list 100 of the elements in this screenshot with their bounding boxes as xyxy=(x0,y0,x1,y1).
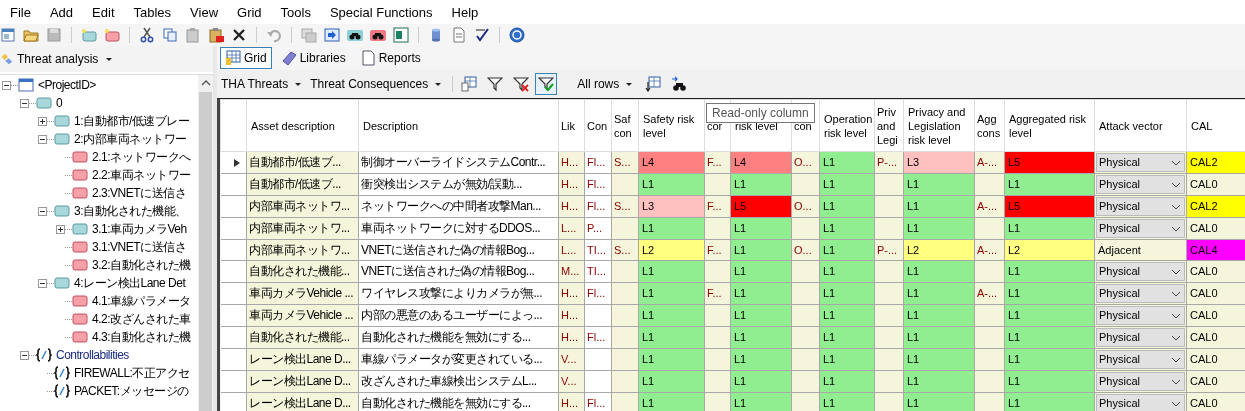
grid-icon[interactable] xyxy=(225,50,241,66)
menu-item[interactable]: Edit xyxy=(92,4,126,20)
attack-vector-dropdown[interactable]: Physical xyxy=(1096,306,1185,325)
attack-vector-dropdown[interactable]: Physical xyxy=(1096,262,1185,281)
menu-item[interactable]: Add xyxy=(49,4,85,20)
chevron-icon[interactable] xyxy=(1171,159,1181,166)
new-item-icon[interactable] xyxy=(104,27,120,43)
column-header[interactable]: Safety risk level xyxy=(638,99,705,152)
expand-icon[interactable] xyxy=(38,116,47,126)
chevron-icon[interactable] xyxy=(1171,400,1181,407)
column-header[interactable]: Description xyxy=(358,99,559,152)
tree-item[interactable]: 4:レーン検出Lane Det xyxy=(74,274,186,292)
attack-vector-dropdown[interactable]: Physical xyxy=(1096,284,1185,303)
chevron-icon[interactable] xyxy=(1171,312,1181,319)
column-header[interactable]: CAL xyxy=(1186,99,1245,152)
tab[interactable]: Grid xyxy=(220,47,272,69)
binoculars-icon[interactable] xyxy=(370,27,386,43)
attack-vector-dropdown[interactable]: Physical xyxy=(1096,328,1185,347)
column-header[interactable]: Attack vector xyxy=(1094,99,1187,152)
spellcheck-icon[interactable] xyxy=(474,27,490,43)
tree-item[interactable]: 3.1:車両カメラVeh xyxy=(92,220,187,238)
tree-item[interactable]: 4.3:自動化された機 xyxy=(92,328,191,346)
column-header[interactable]: Asset description xyxy=(246,99,359,152)
book-icon[interactable] xyxy=(280,50,297,66)
tree-item[interactable]: Controllabilities xyxy=(56,348,129,362)
caret-icon[interactable] xyxy=(105,55,114,63)
column-header[interactable]: Saf con xyxy=(611,99,639,152)
rows-dropdown[interactable]: All rows xyxy=(577,77,620,91)
column-header[interactable]: Aggregated risk level xyxy=(1004,99,1095,152)
collapse-icon[interactable] xyxy=(38,206,47,216)
column-header[interactable]: Con xyxy=(584,99,612,152)
tree-item[interactable]: 2.1:ネットワークへ xyxy=(92,148,191,166)
attack-vector-dropdown[interactable]: Physical xyxy=(1096,175,1185,194)
menu-item[interactable]: View xyxy=(190,4,230,20)
collapse-icon[interactable] xyxy=(20,350,29,360)
tab[interactable]: Libraries xyxy=(275,47,351,69)
chevron-icon[interactable] xyxy=(1171,356,1181,363)
menu-item[interactable]: Special Functions xyxy=(329,4,444,20)
help-icon[interactable] xyxy=(509,27,525,43)
copy-icon[interactable] xyxy=(162,27,178,43)
tree-item[interactable]: 0 xyxy=(56,96,63,110)
caret-icon[interactable] xyxy=(434,80,443,88)
cut-icon[interactable] xyxy=(139,27,155,43)
binoculars-icon[interactable] xyxy=(347,27,363,43)
collapse-icon[interactable] xyxy=(20,98,29,108)
column-header[interactable]: Agg cons xyxy=(974,99,1005,152)
attack-vector-dropdown[interactable]: Physical xyxy=(1096,219,1185,238)
attack-vector-dropdown[interactable]: Physical xyxy=(1096,197,1185,216)
menu-item[interactable]: Tables xyxy=(133,4,183,20)
attack-vector-dropdown[interactable]: Physical xyxy=(1096,153,1185,172)
menu-item[interactable]: Tools xyxy=(280,4,322,20)
apply-filter-button[interactable] xyxy=(535,73,558,95)
chevron-icon[interactable] xyxy=(1171,378,1181,385)
tree-item[interactable]: 2.2:車両ネットワー xyxy=(92,166,191,184)
binoculars-icon[interactable] xyxy=(671,76,688,92)
tree-item[interactable]: <ProjectID> xyxy=(38,78,96,92)
tree-item[interactable]: FIREWALL:不正アクセ xyxy=(74,364,190,382)
chevron-icon[interactable] xyxy=(1171,203,1181,210)
import-icon[interactable] xyxy=(324,27,340,43)
page-icon[interactable] xyxy=(451,27,467,43)
column-header[interactable]: Privacy and Legislation risk level xyxy=(903,99,975,152)
tree-item[interactable]: 2:内部車両ネットワー xyxy=(74,130,187,148)
attack-vector-dropdown[interactable]: Physical xyxy=(1096,372,1185,391)
table-insert-icon[interactable] xyxy=(645,76,662,92)
tree-item[interactable]: 4.1:車線パラメータ xyxy=(92,292,191,310)
tree-item[interactable]: 3.2:自動化された機 xyxy=(92,256,191,274)
menu-item[interactable]: Grid xyxy=(237,4,273,20)
tab[interactable]: Reports xyxy=(354,47,426,69)
delete-icon[interactable] xyxy=(231,27,247,43)
column-header[interactable]: Lik xyxy=(558,99,585,152)
expand-icon[interactable] xyxy=(56,224,65,234)
attack-vector-dropdown[interactable]: Physical xyxy=(1096,394,1185,411)
tree-item[interactable]: 2.3:VNETに送信さ xyxy=(92,184,187,202)
scrollbar[interactable] xyxy=(198,75,213,411)
new-document-icon[interactable] xyxy=(0,27,16,43)
tree-item[interactable]: 4.2:改ざんされた車 xyxy=(92,310,191,328)
tree-item[interactable]: PACKET:メッセージの xyxy=(74,382,189,400)
table-export-icon[interactable] xyxy=(461,76,478,92)
view-dropdown[interactable]: Threat Consequences xyxy=(310,77,429,91)
caret-icon[interactable] xyxy=(294,80,303,88)
tree-item[interactable]: 3:自動化された機能、 xyxy=(74,202,187,220)
chevron-icon[interactable] xyxy=(1171,268,1181,275)
chevron-icon[interactable] xyxy=(1171,225,1181,232)
tree-item[interactable]: 3.1:VNETに送信さ xyxy=(92,238,187,256)
tree-item[interactable]: 1:自動都市/低速ブレー xyxy=(74,112,190,130)
chevron-icon[interactable] xyxy=(1171,334,1181,341)
chevron-icon[interactable] xyxy=(1171,290,1181,297)
chevron-icon[interactable] xyxy=(1171,181,1181,188)
caret-icon[interactable] xyxy=(625,80,634,88)
column-header[interactable]: Operation risk level xyxy=(819,99,875,152)
filter-icon[interactable] xyxy=(487,76,504,92)
document-icon[interactable] xyxy=(393,27,409,43)
collapse-icon[interactable] xyxy=(2,80,11,90)
open-folder-icon[interactable] xyxy=(23,27,39,43)
attack-vector-dropdown[interactable]: Physical xyxy=(1096,350,1185,369)
menu-item[interactable]: Help xyxy=(451,4,490,20)
collapse-icon[interactable] xyxy=(38,278,47,288)
view-dropdown[interactable]: THA Threats xyxy=(221,77,289,91)
menu-item[interactable]: File xyxy=(10,4,42,20)
paste-icon[interactable] xyxy=(208,27,224,43)
